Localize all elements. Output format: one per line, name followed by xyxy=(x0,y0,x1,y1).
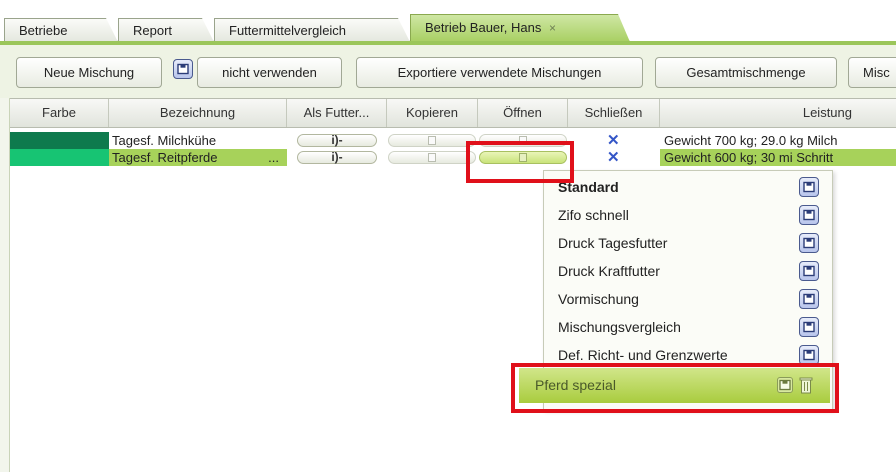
save-icon[interactable] xyxy=(799,317,819,337)
copy-button[interactable] xyxy=(388,134,476,147)
color-swatch xyxy=(10,149,109,166)
column-header-als-futter[interactable]: Als Futter... xyxy=(287,99,387,127)
tab-label: Futtermittelvergleich xyxy=(229,23,347,38)
table-row[interactable]: Tagesf. Reitpferde ... i)- ✕ Gewicht 600… xyxy=(10,149,896,166)
color-swatch xyxy=(10,132,109,149)
more-button[interactable]: Misc xyxy=(848,57,896,88)
row-leistung: Gewicht 700 kg; 29.0 kg Milch xyxy=(664,133,838,148)
menu-item-vormischung[interactable]: Vormischung xyxy=(544,285,834,313)
as-feed-button[interactable]: i)- xyxy=(297,134,377,147)
export-button[interactable]: Exportiere verwendete Mischungen xyxy=(356,57,643,88)
menu-item-label: Def. Richt- und Grenzwerte xyxy=(558,347,728,363)
as-feed-button[interactable]: i)- xyxy=(297,151,377,164)
menu-item-standard[interactable]: Standard xyxy=(544,173,834,201)
save-icon[interactable] xyxy=(799,177,819,197)
column-header-leistung[interactable]: Leistung xyxy=(660,99,896,127)
copy-button[interactable] xyxy=(388,151,476,164)
close-icon[interactable]: ✕ xyxy=(607,132,620,149)
menu-item-label: Druck Kraftfutter xyxy=(558,263,660,279)
tab-label: Report xyxy=(133,23,173,38)
save-icon[interactable] xyxy=(799,233,819,253)
column-header-schliessen[interactable]: Schließen xyxy=(568,99,660,127)
menu-item-druck-kraftfutter[interactable]: Druck Kraftfutter xyxy=(544,257,834,285)
feed-icon: i)- xyxy=(331,133,343,147)
row-name-ellipsis: ... xyxy=(268,150,279,165)
close-icon[interactable]: × xyxy=(549,21,556,35)
save-icon[interactable] xyxy=(799,289,819,309)
annotation-highlight-menu-item xyxy=(511,363,839,413)
save-icon[interactable] xyxy=(173,59,193,79)
left-panel-edge xyxy=(0,98,10,472)
tab-betrieb-bauer[interactable]: Betrieb Bauer, Hans × xyxy=(410,14,630,42)
menu-item-label: Mischungsvergleich xyxy=(558,319,681,335)
save-icon[interactable] xyxy=(799,261,819,281)
tab-label: Betrieb Bauer, Hans xyxy=(425,20,542,35)
feed-icon: i)- xyxy=(331,150,343,164)
menu-item-label: Vormischung xyxy=(558,291,639,307)
column-header-kopieren[interactable]: Kopieren xyxy=(387,99,478,127)
menu-item-mischungsvergleich[interactable]: Mischungsvergleich xyxy=(544,313,834,341)
table-row[interactable]: Tagesf. Milchkühe i)- ✕ Gewicht 700 kg; … xyxy=(10,132,896,149)
save-icon[interactable] xyxy=(799,345,819,365)
tab-bar: Betriebe Report Futtermittelvergleich Be… xyxy=(0,0,896,42)
menu-item-label: Druck Tagesfutter xyxy=(558,235,668,251)
column-header-oeffnen[interactable]: Öffnen xyxy=(478,99,568,127)
save-icon[interactable] xyxy=(799,205,819,225)
menu-item-label: Zifo schnell xyxy=(558,207,629,223)
tab-report[interactable]: Report xyxy=(118,18,214,42)
tab-label: Betriebe xyxy=(19,23,68,38)
annotation-highlight-open xyxy=(466,141,574,183)
column-header-bezeichnung[interactable]: Bezeichnung xyxy=(109,99,287,127)
close-icon[interactable]: ✕ xyxy=(607,149,620,166)
tab-betriebe[interactable]: Betriebe xyxy=(4,18,118,42)
column-header-farbe[interactable]: Farbe xyxy=(10,99,109,127)
row-name: Tagesf. Milchkühe xyxy=(109,132,287,149)
total-mix-button[interactable]: Gesamtmischmenge xyxy=(655,57,837,88)
row-name: Tagesf. Reitpferde ... xyxy=(109,149,287,166)
new-mix-button[interactable]: Neue Mischung xyxy=(16,57,162,88)
copy-icon xyxy=(428,136,436,145)
row-name-text: Tagesf. Reitpferde xyxy=(112,150,218,165)
copy-icon xyxy=(428,153,436,162)
toolbar: Neue Mischung nicht verwenden Exportiere… xyxy=(0,45,896,98)
menu-item-zifo-schnell[interactable]: Zifo schnell xyxy=(544,201,834,229)
not-use-button[interactable]: nicht verwenden xyxy=(197,57,342,88)
menu-item-druck-tagesfutter[interactable]: Druck Tagesfutter xyxy=(544,229,834,257)
tab-futtermittelvergleich[interactable]: Futtermittelvergleich xyxy=(214,18,410,42)
row-leistung: Gewicht 600 kg; 30 mi Schritt xyxy=(660,149,896,166)
table-header: Farbe Bezeichnung Als Futter... Kopieren… xyxy=(10,98,896,128)
